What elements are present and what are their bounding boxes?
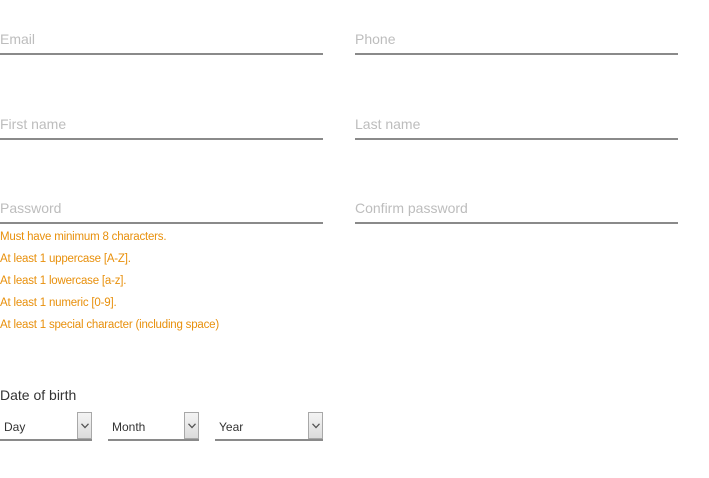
phone-field-wrapper: [355, 25, 678, 55]
password-rule-numeric: At least 1 numeric [0-9].: [0, 297, 117, 309]
month-select[interactable]: Month: [108, 412, 199, 441]
year-select-chevron-down-icon[interactable]: [308, 412, 323, 439]
password-rules-list: Must have minimum 8 characters. At least…: [0, 226, 219, 336]
password-rule-lowercase: At least 1 lowercase [a-z].: [0, 275, 127, 287]
month-select-value: Month: [112, 420, 146, 434]
confirm-password-field-wrapper: [355, 194, 678, 224]
month-select-chevron-down-icon[interactable]: [184, 412, 199, 439]
confirm-password-field[interactable]: [355, 200, 678, 216]
last-name-field-wrapper: [355, 110, 678, 140]
year-select[interactable]: Year: [215, 412, 323, 441]
year-select-value: Year: [219, 420, 244, 434]
password-rule-special: At least 1 special character (including …: [0, 319, 219, 331]
day-select-chevron-down-icon[interactable]: [77, 412, 92, 439]
day-select[interactable]: Day: [0, 412, 92, 441]
password-field[interactable]: [0, 200, 323, 216]
date-of-birth-label: Date of birth: [0, 387, 77, 403]
phone-field[interactable]: [355, 31, 678, 47]
password-field-wrapper: [0, 194, 323, 224]
last-name-field[interactable]: [355, 116, 678, 132]
first-name-field[interactable]: [0, 116, 323, 132]
password-rule-min-length: Must have minimum 8 characters.: [0, 231, 167, 243]
first-name-field-wrapper: [0, 110, 323, 140]
email-field-wrapper: [0, 25, 323, 55]
day-select-value: Day: [4, 420, 26, 434]
registration-form: Must have minimum 8 characters. At least…: [0, 0, 709, 478]
email-field[interactable]: [0, 31, 323, 47]
password-rule-uppercase: At least 1 uppercase [A-Z].: [0, 253, 131, 265]
